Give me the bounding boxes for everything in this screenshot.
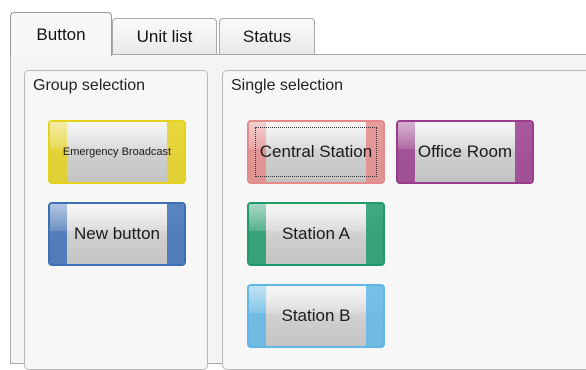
new-button-label: New button — [74, 224, 160, 243]
tab-status-label: Status — [242, 26, 292, 46]
office-room-button[interactable]: Office Room — [396, 120, 534, 184]
emergency-broadcast-button[interactable]: Emergency Broadcast — [48, 120, 186, 184]
central-station-label: Central Station — [259, 142, 373, 161]
station-a-button[interactable]: Station A — [247, 202, 385, 266]
tab-button[interactable]: Button — [10, 12, 112, 56]
station-b-button[interactable]: Station B — [247, 284, 385, 348]
station-a-label: Station A — [281, 224, 351, 243]
tab-status[interactable]: Status — [219, 18, 315, 54]
group-selection-title: Group selection — [33, 77, 146, 94]
station-b-label: Station B — [281, 306, 351, 325]
tab-strip: Button Unit list Status — [0, 0, 586, 56]
tab-button-label: Button — [36, 24, 86, 44]
tab-unit-list-label: Unit list — [136, 26, 193, 46]
single-selection-title: Single selection — [231, 77, 344, 94]
tab-unit-list[interactable]: Unit list — [112, 18, 217, 54]
new-button[interactable]: New button — [48, 202, 186, 266]
office-room-label: Office Room — [417, 142, 513, 161]
emergency-broadcast-label: Emergency Broadcast — [62, 146, 172, 158]
central-station-button[interactable]: Central Station — [247, 120, 385, 184]
